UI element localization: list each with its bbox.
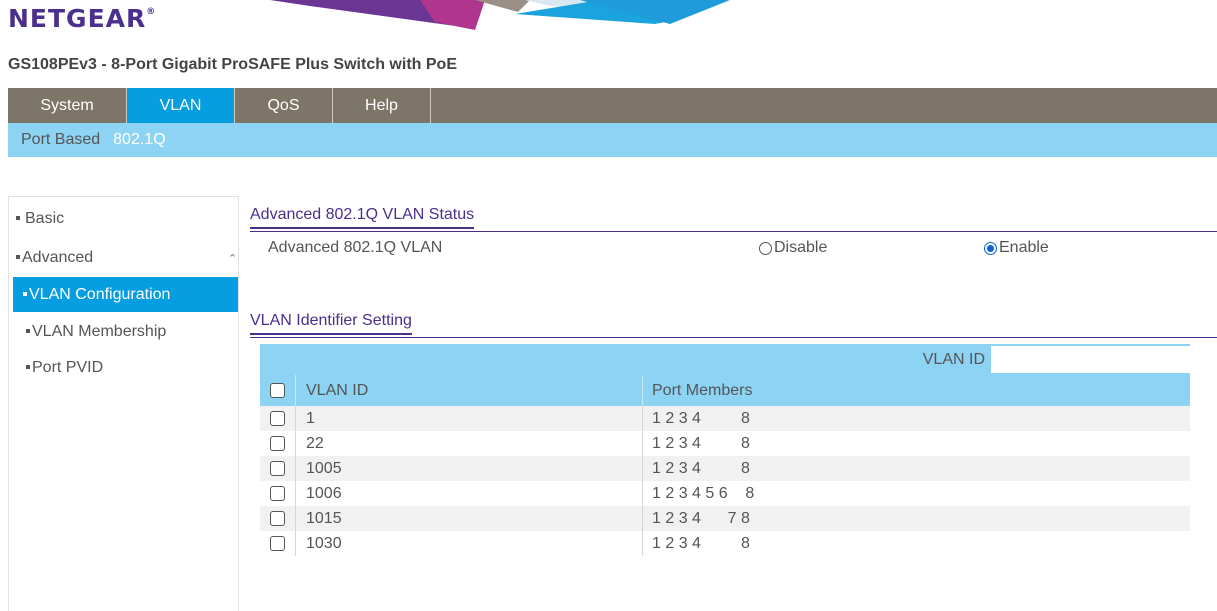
subtab-802-1q[interactable]: 802.1Q — [113, 131, 178, 149]
port-members-cell: 1 2 3 4 5 6 8 — [652, 484, 755, 502]
product-title: GS108PEv3 - 8-Port Gigabit ProSAFE Plus … — [8, 56, 457, 73]
tab-system[interactable]: System — [8, 88, 127, 123]
select-all-checkbox[interactable] — [270, 383, 285, 398]
bullet-icon — [26, 328, 30, 333]
port-members-cell: 1 2 3 4 8 — [652, 534, 750, 552]
section-divider — [250, 231, 1217, 232]
subtab-port-based[interactable]: Port Based — [8, 131, 113, 149]
status-section-title: Advanced 802.1Q VLAN Status — [250, 206, 475, 229]
row-checkbox[interactable] — [270, 486, 285, 501]
main-nav: System VLAN QoS Help — [8, 88, 1217, 123]
vlan-id-cell: 1 — [296, 406, 643, 431]
tab-vlan[interactable]: VLAN — [127, 88, 235, 123]
vlan-id-cell: 1006 — [296, 481, 643, 506]
section-divider — [250, 337, 1217, 338]
chevron-up-icon[interactable]: ⌃ — [228, 252, 237, 265]
row-checkbox[interactable] — [270, 436, 285, 451]
sidebar-item-vlan-configuration[interactable]: VLAN Configuration — [13, 277, 238, 312]
row-checkbox[interactable] — [270, 461, 285, 476]
port-members-cell: 1 2 3 4 8 — [652, 459, 750, 477]
column-header-port-members: Port Members — [652, 381, 753, 399]
table-row[interactable]: 1 1 2 3 4 8 — [260, 406, 1190, 431]
status-label: Advanced 802.1Q VLAN — [268, 239, 443, 256]
row-checkbox[interactable] — [270, 511, 285, 526]
table-row[interactable]: 1005 1 2 3 4 8 — [260, 456, 1190, 481]
vlan-id-cell: 22 — [296, 431, 643, 456]
sub-nav: Port Based 802.1Q — [8, 123, 1217, 157]
table-row[interactable]: 1030 1 2 3 4 8 — [260, 531, 1190, 556]
vlan-id-cell: 1005 — [296, 456, 643, 481]
identifier-section-title: VLAN Identifier Setting — [250, 312, 412, 335]
vlan-table: VLAN ID VLAN ID Port Members 1 1 2 3 4 8… — [260, 344, 1190, 556]
sidebar-item-vlan-membership[interactable]: VLAN Membership — [26, 323, 166, 341]
bullet-icon — [16, 254, 20, 259]
enable-radio-option[interactable]: Enable — [984, 239, 1049, 257]
sidebar-item-port-pvid[interactable]: Port PVID — [26, 359, 103, 377]
vlan-id-cell: 1030 — [296, 531, 643, 556]
table-row[interactable]: 1015 1 2 3 4 7 8 — [260, 506, 1190, 531]
banner-graphic — [270, 0, 730, 30]
bullet-icon — [16, 215, 20, 220]
tab-qos[interactable]: QoS — [235, 88, 333, 123]
bullet-icon — [26, 364, 30, 369]
enable-radio[interactable] — [984, 241, 997, 255]
table-row[interactable]: 22 1 2 3 4 8 — [260, 431, 1190, 456]
table-row[interactable]: 1006 1 2 3 4 5 6 8 — [260, 481, 1190, 506]
column-header-vlan-id: VLAN ID — [296, 375, 643, 406]
table-header: VLAN ID Port Members — [260, 375, 1190, 406]
vlan-id-cell: 1015 — [296, 506, 643, 531]
sidebar: Basic Advanced ⌃ VLAN Configuration VLAN… — [8, 196, 239, 611]
tab-help[interactable]: Help — [333, 88, 431, 123]
bullet-icon — [23, 291, 27, 296]
port-members-cell: 1 2 3 4 8 — [652, 409, 750, 427]
row-checkbox[interactable] — [270, 411, 285, 426]
port-members-cell: 1 2 3 4 7 8 — [652, 509, 750, 527]
sidebar-item-advanced[interactable]: Advanced — [16, 249, 93, 267]
vlan-id-search-label: VLAN ID — [922, 351, 985, 368]
vlan-id-search-row: VLAN ID — [260, 344, 1190, 375]
disable-radio-option[interactable]: Disable — [759, 239, 827, 257]
port-members-cell: 1 2 3 4 8 — [652, 434, 750, 452]
disable-radio[interactable] — [759, 241, 772, 255]
row-checkbox[interactable] — [270, 536, 285, 551]
sidebar-item-basic[interactable]: Basic — [16, 210, 64, 228]
netgear-logo: NETGEAR® — [8, 4, 157, 33]
vlan-id-input[interactable] — [991, 346, 1190, 373]
